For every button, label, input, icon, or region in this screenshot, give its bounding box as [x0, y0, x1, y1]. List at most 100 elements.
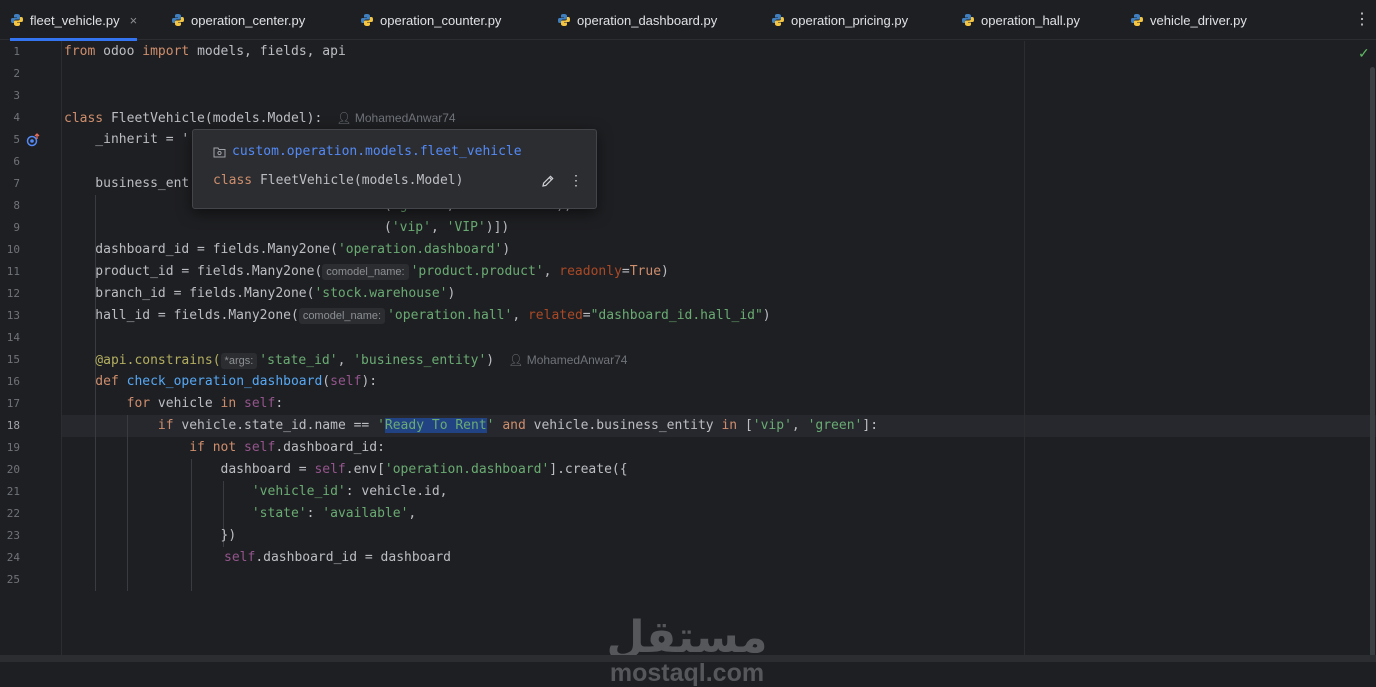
- tab-label: vehicle_driver.py: [1150, 12, 1247, 28]
- line-number: 20: [6, 463, 20, 476]
- popup-more-icon[interactable]: ⋮: [569, 172, 583, 189]
- code-text: ):: [361, 374, 378, 389]
- code-text: _inherit = ': [64, 132, 190, 147]
- self-keyword: self: [330, 374, 362, 389]
- line-number: 10: [6, 243, 20, 256]
- code-line-12: branch_id = fields.Many2one('stock.wareh…: [64, 283, 455, 305]
- code-text: ,: [430, 220, 447, 235]
- parameter-hint: comodel_name:: [322, 264, 409, 280]
- line-number: 8: [13, 199, 20, 212]
- string: 'green': [807, 418, 863, 433]
- python-file-icon: [558, 14, 570, 26]
- code-line-24: self.dashboard_id = dashboard: [224, 547, 451, 569]
- string: "dashboard_id.hall_id": [590, 308, 763, 323]
- line-number: 7: [13, 177, 20, 190]
- line-number: 23: [6, 529, 20, 542]
- tab-fleet-vehicle[interactable]: fleet_vehicle.py ×: [10, 0, 138, 41]
- popup-declaration: class FleetVehicle(models.Model): [213, 173, 463, 188]
- edit-source-icon[interactable]: [541, 174, 555, 188]
- no-problems-check-icon[interactable]: ✓: [1358, 45, 1370, 62]
- code-text: ): [502, 242, 511, 257]
- code-text: vehicle.business_entity: [525, 418, 722, 433]
- keyword: if: [64, 418, 174, 433]
- keyword: def: [64, 374, 127, 389]
- code-text: : vehicle.id,: [345, 484, 448, 499]
- keyword: class: [64, 111, 104, 126]
- code-text: :: [306, 506, 323, 521]
- string: 'stock.warehouse': [314, 286, 448, 301]
- tab-vehicle-driver[interactable]: vehicle_driver.py: [1130, 0, 1247, 40]
- code-text: odoo: [95, 44, 143, 59]
- code-text: =: [582, 308, 591, 323]
- decorator: @api.constrains(: [64, 353, 221, 368]
- string: 'available': [322, 506, 409, 521]
- keyword: if not: [64, 440, 237, 455]
- string: ': [377, 418, 385, 433]
- python-file-icon: [962, 14, 974, 26]
- close-tab-icon[interactable]: ×: [130, 13, 138, 28]
- python-file-icon: [11, 14, 23, 26]
- code-line-20: dashboard = self.env['operation.dashboar…: [64, 459, 628, 481]
- line-number: 19: [6, 441, 20, 454]
- code-text: dashboard_id = fields.Many2one(: [64, 242, 338, 257]
- code-text: .dashboard_id = dashboard: [255, 550, 451, 565]
- python-file-icon: [361, 14, 373, 26]
- code-line-18: if vehicle.state_id.name == 'Ready To Re…: [64, 415, 878, 437]
- code-text: }): [64, 528, 237, 543]
- code-text: ]:: [862, 418, 879, 433]
- tab-label: operation_counter.py: [380, 12, 502, 28]
- selected-text[interactable]: Ready To Rent: [384, 418, 487, 433]
- code-line-23: }): [64, 525, 237, 547]
- keyword: import: [142, 44, 190, 59]
- declaration-text: FleetVehicle(models.Model): [252, 173, 464, 188]
- line-number: 22: [6, 507, 20, 520]
- quick-documentation-popup[interactable]: custom.operation.models.fleet_vehicle cl…: [192, 129, 597, 209]
- code-text: ): [762, 308, 771, 323]
- keyword: from: [64, 44, 96, 59]
- more-tabs-icon[interactable]: ⋮: [1354, 10, 1370, 30]
- line-number: 6: [13, 155, 20, 168]
- tab-operation-dashboard[interactable]: operation_dashboard.py: [557, 0, 717, 40]
- tab-operation-hall[interactable]: operation_hall.py: [961, 0, 1080, 40]
- python-file-icon: [1131, 14, 1143, 26]
- code-text: ].create({: [549, 462, 628, 477]
- line-number: 4: [13, 111, 20, 124]
- editor-tab-bar: fleet_vehicle.py × operation_center.py o…: [0, 0, 1376, 41]
- keyword: in: [220, 396, 237, 411]
- line-number: 13: [6, 309, 20, 322]
- code-text: ,: [543, 264, 560, 279]
- line-number: 1: [13, 45, 20, 58]
- watermark-logo: مستقل mostaql.com: [602, 616, 772, 687]
- line-number: 11: [6, 265, 20, 278]
- function-name: check_operation_dashboard: [126, 374, 323, 389]
- code-text: :: [275, 396, 284, 411]
- code-text: ): [447, 286, 456, 301]
- code-text: [: [737, 418, 753, 433]
- code-line-13: hall_id = fields.Many2one(comodel_name: '…: [64, 305, 771, 327]
- tab-label: fleet_vehicle.py: [30, 12, 120, 28]
- code-text: product_id = fields.Many2one(: [64, 264, 323, 279]
- code-line-4: class FleetVehicle(models.Model): 👤︎ Moha…: [64, 107, 456, 129]
- code-author-hint[interactable]: 👤︎ MohamedAnwar74: [508, 353, 627, 367]
- keyword: for: [64, 396, 151, 411]
- tab-operation-pricing[interactable]: operation_pricing.py: [771, 0, 908, 40]
- tab-operation-counter[interactable]: operation_counter.py: [360, 0, 501, 40]
- overrides-method-icon[interactable]: [26, 133, 40, 147]
- code-text: hall_id = fields.Many2one(: [64, 308, 299, 323]
- tab-operation-center[interactable]: operation_center.py: [171, 0, 305, 40]
- line-number-gutter[interactable]: 1 2 3 4 5 6 7 8 9 10 11 12 13 14 15 16 1…: [0, 41, 62, 655]
- tab-label: operation_hall.py: [981, 12, 1081, 28]
- popup-module-path[interactable]: custom.operation.models.fleet_vehicle: [213, 144, 522, 159]
- line-number: 24: [6, 551, 20, 564]
- string: 'vip': [752, 418, 792, 433]
- vertical-scrollbar[interactable]: [1370, 67, 1375, 657]
- code-line-22: 'state': 'available',: [64, 503, 416, 525]
- python-file-icon: [172, 14, 184, 26]
- code-text: ,: [408, 506, 417, 521]
- string: 'business_entity': [353, 353, 487, 368]
- line-number: 16: [6, 375, 20, 388]
- keyword: and: [502, 418, 526, 433]
- code-author-hint[interactable]: 👤︎ MohamedAnwar74: [336, 111, 455, 125]
- folder-module-icon: [213, 147, 226, 157]
